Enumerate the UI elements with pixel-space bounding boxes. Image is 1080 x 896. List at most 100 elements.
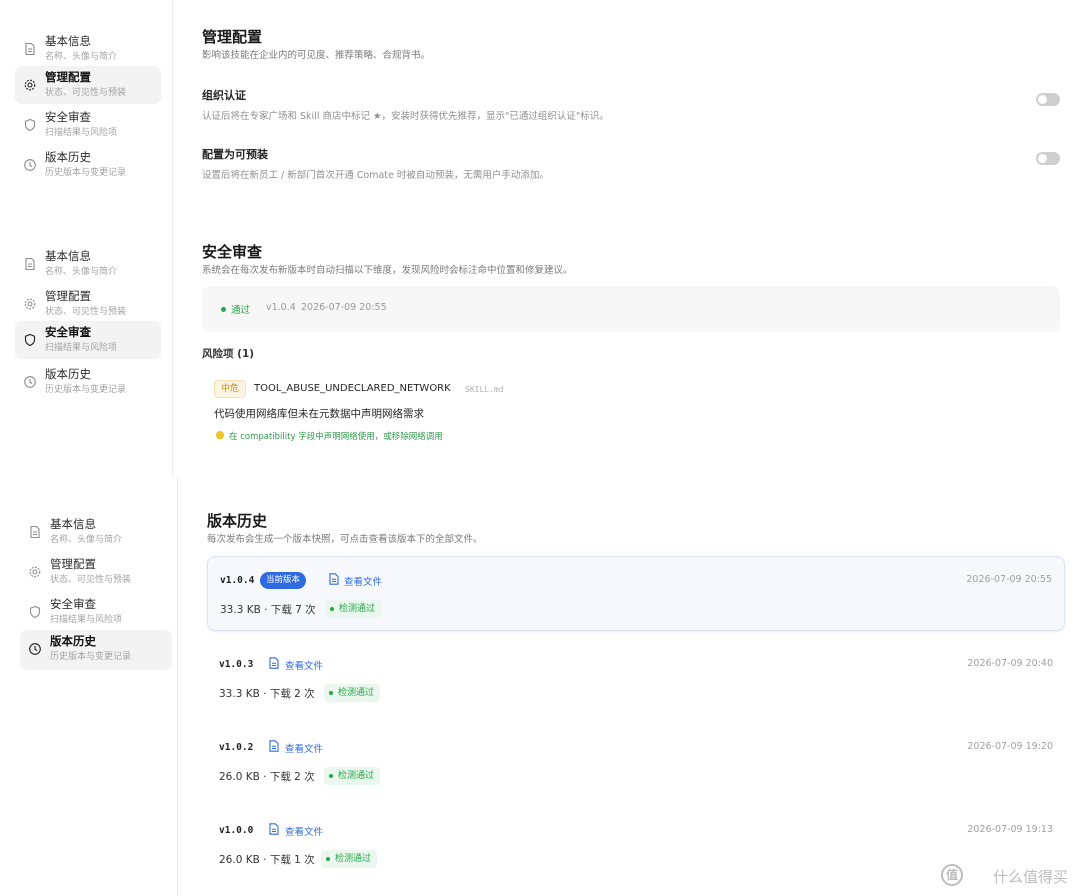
lightbulb-icon (216, 431, 224, 439)
scan-pass-badge: 检测通过 (324, 684, 381, 702)
document-icon (269, 740, 279, 752)
setting-description: 设置后将在新员工 / 新部门首次开通 Comate 时被自动预装，无需用户手动添… (202, 170, 549, 181)
setting-title: 组织认证 (202, 89, 246, 102)
sidebar-item-subtitle: 名称、头像与简介 (50, 535, 123, 545)
sidebar: 基本信息 名称、头像与简介 管理配置 状态、可见性与预装 安全审查 扫描结果与风… (6, 477, 178, 896)
sidebar-item-subtitle: 扫描结果与风险项 (45, 128, 118, 138)
risk-level-badge: 中危 (214, 380, 247, 398)
sidebar-item-security[interactable]: 安全审查 扫描结果与风险项 (15, 106, 161, 144)
shield-icon (23, 333, 37, 347)
history-panel: 基本信息 名称、头像与简介 管理配置 状态、可见性与预装 安全审查 扫描结果与风… (0, 477, 1080, 896)
current-version-badge: 当前版本 (260, 572, 307, 589)
org-cert-setting: 组织认证 认证后将在专家广场和 Skill 商店中标记 ★，安装时获得优先推荐，… (202, 87, 1060, 129)
document-icon (23, 42, 37, 56)
sidebar-item-title: 安全审查 (50, 597, 96, 611)
page-subtitle: 影响该技能在企业内的可见度、推荐策略、合规背书。 (202, 50, 431, 61)
setting-title: 配置为可预装 (202, 148, 268, 161)
page-subtitle: 系统会在每次发布新版本时自动扫描以下维度，发现风险时会标注命中位置和修复建议。 (202, 265, 573, 276)
sidebar-item-basic-info[interactable]: 基本信息 名称、头像与简介 (20, 513, 172, 553)
sidebar-item-subtitle: 历史版本与变更记录 (45, 385, 127, 395)
version-meta: 33.3 KB · 下载 2 次 (219, 688, 315, 700)
scan-time: 2026-07-09 20:55 (301, 302, 387, 313)
version-label: v1.0.4 (220, 575, 255, 586)
sidebar-item-subtitle: 状态、可见性与预装 (50, 575, 132, 585)
scan-result-card: 通过 v1.0.4 2026-07-09 20:55 (202, 286, 1060, 332)
sidebar-item-management[interactable]: 管理配置 状态、可见性与预装 (20, 553, 172, 593)
sidebar-item-subtitle: 扫描结果与风险项 (50, 615, 123, 625)
org-cert-toggle[interactable] (1036, 93, 1060, 106)
sidebar-item-subtitle: 名称、头像与简介 (45, 52, 118, 62)
sidebar-item-security[interactable]: 安全审查 扫描结果与风险项 (15, 321, 161, 359)
document-icon (23, 257, 37, 271)
risk-item: 中危 TOOL_ABUSE_UNDECLARED_NETWORK SKILL.m… (202, 370, 1060, 452)
version-label: v1.0.2 (219, 742, 254, 753)
version-meta: 33.3 KB · 下载 7 次 (220, 604, 316, 616)
sidebar: 基本信息 名称、头像与简介 管理配置 状态、可见性与预装 安全审查 扫描结果与风… (0, 215, 173, 477)
sidebar-item-title: 版本历史 (50, 634, 96, 648)
sidebar-item-management[interactable]: 管理配置 状态、可见性与预装 (15, 285, 161, 323)
view-files-link[interactable]: 查看文件 (285, 824, 323, 838)
config-panel: 基本信息 名称、头像与简介 管理配置 状态、可见性与预装 安全审查 扫描结果与风… (0, 0, 1080, 215)
view-files-link[interactable]: 查看文件 (285, 741, 323, 755)
setting-description: 认证后将在专家广场和 Skill 商店中标记 ★，安装时获得优先推荐，显示"已通… (202, 111, 609, 122)
view-files-link[interactable]: 查看文件 (344, 574, 382, 588)
clock-icon (23, 158, 37, 172)
sidebar-item-subtitle: 状态、可见性与预装 (45, 307, 127, 317)
sidebar-item-basic-info[interactable]: 基本信息 名称、头像与简介 (15, 30, 161, 68)
version-time: 2026-07-09 20:40 (967, 658, 1053, 669)
version-card: v1.0.0 查看文件 2026-07-09 19:13 26.0 KB · 下… (207, 807, 1065, 882)
watermark-logo: 值 (941, 864, 963, 886)
risk-file: SKILL.md (465, 385, 504, 394)
sidebar-item-title: 版本历史 (45, 150, 91, 164)
scan-pass-badge: 检测通过 (324, 767, 381, 785)
version-time: 2026-07-09 20:55 (966, 574, 1052, 585)
document-icon (269, 823, 279, 835)
sidebar-item-title: 版本历史 (45, 367, 91, 381)
sidebar-item-title: 管理配置 (45, 70, 91, 84)
sidebar-item-management[interactable]: 管理配置 状态、可见性与预装 (15, 66, 161, 104)
sidebar-item-history[interactable]: 版本历史 历史版本与变更记录 (15, 363, 161, 401)
version-time: 2026-07-09 19:13 (967, 824, 1053, 835)
preinstall-toggle[interactable] (1036, 152, 1060, 165)
version-card: v1.0.2 查看文件 2026-07-09 19:20 26.0 KB · 下… (207, 724, 1065, 799)
version-label: v1.0.0 (219, 825, 254, 836)
version-label: v1.0.3 (219, 659, 254, 670)
sidebar-item-subtitle: 历史版本与变更记录 (50, 652, 132, 662)
risk-section-title: 风险项 (1) (202, 348, 255, 360)
document-icon (329, 573, 339, 585)
sidebar: 基本信息 名称、头像与简介 管理配置 状态、可见性与预装 安全审查 扫描结果与风… (0, 0, 173, 215)
version-card: v1.0.4 当前版本 查看文件 2026-07-09 20:55 33.3 K… (207, 556, 1065, 631)
version-card: v1.0.3 查看文件 2026-07-09 20:40 33.3 KB · 下… (207, 641, 1065, 716)
risk-code: TOOL_ABUSE_UNDECLARED_NETWORK (254, 383, 451, 394)
scan-pass-badge: 检测通过 (321, 850, 378, 868)
sidebar-item-history[interactable]: 版本历史 历史版本与变更记录 (15, 146, 161, 184)
document-icon (28, 525, 42, 539)
page-title: 安全审查 (202, 243, 263, 261)
view-files-link[interactable]: 查看文件 (285, 658, 323, 672)
sidebar-item-title: 基本信息 (45, 249, 91, 263)
sidebar-item-basic-info[interactable]: 基本信息 名称、头像与简介 (15, 245, 161, 283)
scan-pass-badge: 检测通过 (325, 600, 382, 618)
risk-fix-hint: 在 compatibility 字段中声明网络使用，或移除网络调用 (229, 432, 443, 442)
status-dot (221, 307, 226, 312)
gear-icon (23, 297, 37, 311)
sidebar-item-title: 基本信息 (45, 34, 91, 48)
sidebar-item-subtitle: 历史版本与变更记录 (45, 168, 127, 178)
sidebar-item-subtitle: 状态、可见性与预装 (45, 88, 127, 98)
preinstall-setting: 配置为可预装 设置后将在新员工 / 新部门首次开通 Comate 时被自动预装，… (202, 146, 1060, 188)
sidebar-item-history[interactable]: 版本历史 历史版本与变更记录 (20, 630, 172, 670)
clock-icon (23, 375, 37, 389)
version-meta: 26.0 KB · 下载 1 次 (219, 854, 315, 866)
sidebar-item-title: 安全审查 (45, 325, 91, 339)
document-icon (269, 657, 279, 669)
page-title: 版本历史 (207, 512, 268, 530)
version-time: 2026-07-09 19:20 (967, 741, 1053, 752)
sidebar-item-subtitle: 名称、头像与简介 (45, 267, 118, 277)
shield-icon (23, 118, 37, 132)
sidebar-item-title: 管理配置 (50, 557, 96, 571)
scan-status: 通过 (231, 305, 251, 316)
page-subtitle: 每次发布会生成一个版本快照，可点击查看该版本下的全部文件。 (207, 534, 483, 545)
risk-description: 代码使用网络库但未在元数据中声明网络需求 (214, 408, 424, 420)
shield-icon (28, 605, 42, 619)
sidebar-item-security[interactable]: 安全审查 扫描结果与风险项 (20, 593, 172, 633)
